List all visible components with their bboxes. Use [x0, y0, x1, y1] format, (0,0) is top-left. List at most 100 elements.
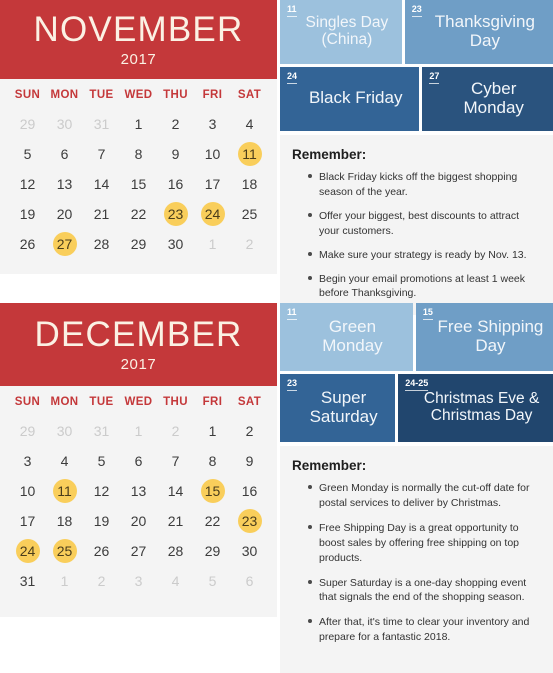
day-cell[interactable]: 3 [9, 447, 46, 475]
day-cell[interactable]: 29 [194, 537, 231, 565]
day-cell[interactable]: 26 [9, 230, 46, 258]
day-cell[interactable]: 23 [231, 507, 268, 535]
day-cell[interactable]: 25 [231, 200, 268, 228]
day-cell[interactable]: 28 [157, 537, 194, 565]
day-cell[interactable]: 8 [120, 140, 157, 168]
day-cell[interactable]: 16 [231, 477, 268, 505]
day-cell[interactable]: 20 [120, 507, 157, 535]
calendar-body-december: SUN MON TUE WED THU FRI SAT 29 30 31 1 2 1 2 3 4 5 6 7 8 9 10… [0, 385, 277, 617]
day-cell[interactable]: 2 [157, 110, 194, 138]
day-cell[interactable]: 17 [9, 507, 46, 535]
event-title: Christmas Eve & Christmas Day [423, 389, 540, 424]
day-of-week-header: SAT [237, 88, 262, 101]
day-number-highlighted: 23 [163, 201, 188, 226]
day-cell[interactable]: 12 [9, 170, 46, 198]
event-card[interactable]: 24 Black Friday [280, 67, 420, 131]
day-cell[interactable]: 30 [157, 230, 194, 258]
event-card[interactable]: 27 Cyber Monday [422, 67, 553, 131]
day-cell[interactable]: 30 [46, 417, 83, 445]
day-cell[interactable]: 2 [83, 567, 120, 595]
event-card[interactable]: 23 Super Saturday [280, 374, 396, 442]
day-cell[interactable]: 13 [120, 477, 157, 505]
bullet-icon [308, 485, 312, 489]
day-number: 6 [134, 452, 143, 469]
day-cell[interactable]: 19 [83, 507, 120, 535]
day-cell[interactable]: 31 [9, 567, 46, 595]
day-cell[interactable]: 25 [46, 537, 83, 565]
day-cell[interactable]: 4 [231, 110, 268, 138]
day-cell[interactable]: 29 [120, 230, 157, 258]
day-cell[interactable]: 13 [46, 170, 83, 198]
day-cell[interactable]: 14 [157, 477, 194, 505]
day-cell[interactable]: 20 [46, 200, 83, 228]
calendar-header-november: NOVEMBER 2017 [0, 0, 277, 79]
day-cell[interactable]: 15 [194, 477, 231, 505]
day-cell[interactable]: 16 [157, 170, 194, 198]
day-cell[interactable]: 9 [157, 140, 194, 168]
day-cell[interactable]: 2 [231, 417, 268, 445]
day-cell[interactable]: 7 [83, 140, 120, 168]
day-cell[interactable]: 6 [231, 567, 268, 595]
day-cell[interactable]: 1 [46, 567, 83, 595]
day-cell[interactable]: 2 [231, 230, 268, 258]
remember-item-text: Free Shipping Day is a great opportunity… [319, 521, 520, 564]
day-cell[interactable]: 11 [46, 477, 83, 505]
day-of-week-header: WED [124, 395, 153, 408]
day-cell[interactable]: 9 [231, 447, 268, 475]
day-cell[interactable]: 1 [120, 417, 157, 445]
event-date: 27 [429, 71, 440, 84]
day-cell[interactable]: 5 [83, 447, 120, 475]
day-cell[interactable]: 15 [120, 170, 157, 198]
day-cell[interactable]: 31 [83, 417, 120, 445]
day-cell[interactable]: 31 [83, 110, 120, 138]
day-cell[interactable]: 22 [194, 507, 231, 535]
day-cell[interactable]: 27 [120, 537, 157, 565]
day-cell[interactable]: 4 [157, 567, 194, 595]
event-date: 11 [287, 4, 297, 17]
day-cell[interactable]: 14 [83, 170, 120, 198]
day-cell[interactable]: 28 [83, 230, 120, 258]
day-cell[interactable]: 19 [9, 200, 46, 228]
event-card[interactable]: 15 Free Shipping Day [415, 303, 553, 371]
day-cell[interactable]: 12 [83, 477, 120, 505]
day-cell[interactable]: 26 [83, 537, 120, 565]
day-cell[interactable]: 27 [46, 230, 83, 258]
calendar-page: NOVEMBER 2017 SUN MON TUE WED THU FRI SAT 29 30 3… [0, 0, 553, 673]
day-cell[interactable]: 18 [46, 507, 83, 535]
remember-panel-december: Remember: Green Monday is normally the c… [280, 446, 553, 673]
day-cell[interactable]: 7 [157, 447, 194, 475]
day-cell[interactable]: 24 [9, 537, 46, 565]
day-cell[interactable]: 2 [157, 417, 194, 445]
event-card[interactable]: 11 Green Monday [280, 303, 413, 371]
day-cell[interactable]: 3 [194, 110, 231, 138]
day-cell[interactable]: 29 [9, 417, 46, 445]
day-number: 5 [97, 452, 106, 469]
day-cell[interactable]: 1 [120, 110, 157, 138]
day-cell[interactable]: 10 [9, 477, 46, 505]
day-cell[interactable]: 10 [194, 140, 231, 168]
day-cell[interactable]: 8 [194, 447, 231, 475]
day-cell[interactable]: 6 [46, 140, 83, 168]
day-cell[interactable]: 21 [157, 507, 194, 535]
day-cell[interactable]: 18 [231, 170, 268, 198]
day-cell[interactable]: 3 [120, 567, 157, 595]
day-cell[interactable]: 30 [46, 110, 83, 138]
day-cell[interactable]: 22 [120, 200, 157, 228]
day-cell[interactable]: 6 [120, 447, 157, 475]
day-cell[interactable]: 24 [194, 200, 231, 228]
event-card[interactable]: 23 Thanksgiving Day [404, 0, 553, 64]
day-number: 6 [60, 145, 69, 162]
day-cell[interactable]: 30 [231, 537, 268, 565]
day-cell[interactable]: 21 [83, 200, 120, 228]
day-cell[interactable]: 23 [157, 200, 194, 228]
event-card[interactable]: 24-25 Christmas Eve & Christmas Day [398, 374, 553, 442]
day-cell[interactable]: 17 [194, 170, 231, 198]
day-cell[interactable]: 1 [194, 417, 231, 445]
event-card[interactable]: 11 Singles Day (China) [280, 0, 402, 64]
day-cell[interactable]: 29 [9, 110, 46, 138]
day-cell[interactable]: 11 [231, 140, 268, 168]
day-cell[interactable]: 5 [9, 140, 46, 168]
day-cell[interactable]: 1 [194, 230, 231, 258]
day-cell[interactable]: 5 [194, 567, 231, 595]
day-cell[interactable]: 4 [46, 447, 83, 475]
